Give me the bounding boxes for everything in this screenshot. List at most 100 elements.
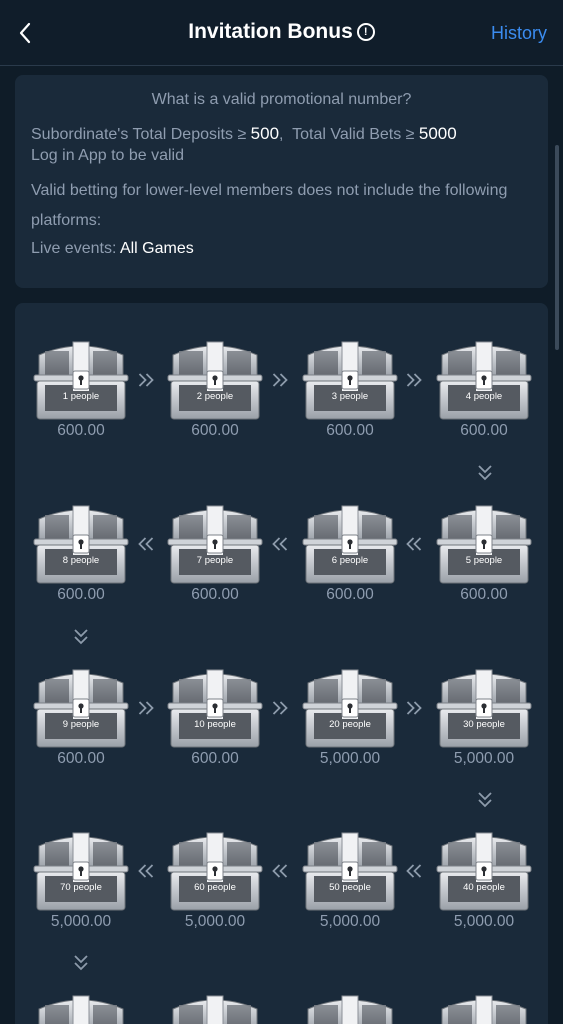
bet-value: 5000 — [418, 124, 457, 143]
chest-people-label: 70 people — [60, 882, 102, 893]
treasure-chest-icon — [302, 341, 398, 420]
treasure-chest[interactable]: 10 people — [167, 669, 263, 749]
double-chevron-left-icon — [270, 536, 290, 552]
treasure-chest-icon — [172, 995, 258, 1024]
double-chevron-down-icon — [71, 627, 91, 647]
treasure-chest-icon — [436, 669, 532, 748]
chest-people-label: 10 people — [194, 719, 236, 730]
info-question: What is a valid promotional number? — [151, 91, 412, 108]
double-chevron-right-icon — [270, 372, 290, 388]
chest-people-label: 6 people — [331, 555, 369, 566]
treasure-chest-icon — [436, 341, 532, 420]
treasure-chest[interactable]: 40 people — [436, 832, 532, 912]
treasure-chest[interactable]: 20 people — [302, 669, 398, 749]
chest-amount: 600.00 — [57, 750, 105, 767]
chest-people-label: 50 people — [329, 882, 371, 893]
double-chevron-left-icon — [136, 863, 156, 879]
double-chevron-right-icon — [404, 700, 424, 716]
live-events-line: Live events: All Games — [31, 236, 532, 262]
info-icon[interactable]: ! — [356, 23, 375, 41]
chest-people-label: 8 people — [62, 555, 100, 566]
chest-amount: 600.00 — [191, 586, 239, 603]
treasure-chest[interactable]: 4 people — [436, 341, 532, 421]
treasure-chest-icon — [167, 341, 263, 420]
treasure-chest[interactable] — [33, 995, 129, 1024]
chest-people-label: 40 people — [463, 882, 505, 893]
treasure-chest[interactable]: 3 people — [302, 341, 398, 421]
treasure-chest[interactable] — [302, 995, 398, 1024]
double-chevron-down-icon — [71, 953, 91, 973]
live-events-value: All Games — [119, 240, 194, 257]
chest-amount: 5,000.00 — [184, 913, 246, 930]
requirement-separator: , — [279, 126, 284, 143]
chest-people-label: 4 people — [465, 391, 503, 402]
double-chevron-left-icon — [404, 863, 424, 879]
treasure-chest[interactable] — [167, 995, 263, 1024]
chest-people-label: 2 people — [196, 391, 234, 402]
treasure-chest[interactable]: 30 people — [436, 669, 532, 749]
page-title-text: Invitation Bonus — [188, 20, 353, 43]
treasure-chest-icon — [33, 832, 129, 911]
treasure-chest-icon — [33, 505, 129, 584]
treasure-chest[interactable]: 2 people — [167, 341, 263, 421]
treasure-chest-icon — [302, 832, 398, 911]
chest-amount: 5,000.00 — [50, 913, 112, 930]
valid-betting-text: Valid betting for lower-level members do… — [31, 182, 508, 229]
treasure-chest[interactable]: 7 people — [167, 505, 263, 585]
chest-amount: 600.00 — [326, 586, 374, 603]
double-chevron-right-icon — [136, 700, 156, 716]
treasure-chest-icon — [441, 995, 527, 1024]
treasure-chest-icon — [33, 341, 129, 420]
chest-people-label: 9 people — [62, 719, 100, 730]
double-chevron-left-icon — [404, 536, 424, 552]
chest-amount: 600.00 — [57, 586, 105, 603]
live-events-label: Live events: — [31, 240, 117, 257]
double-chevron-right-icon — [270, 700, 290, 716]
treasure-chest[interactable]: 50 people — [302, 832, 398, 912]
treasure-chest[interactable]: 8 people — [33, 505, 129, 585]
treasure-chest-icon — [302, 669, 398, 748]
bet-label: Total Valid Bets ≥ — [292, 126, 415, 143]
chest-people-label: 1 people — [62, 391, 100, 402]
treasure-chest[interactable] — [436, 995, 532, 1024]
chest-amount: 600.00 — [326, 422, 374, 439]
chest-amount: 600.00 — [57, 422, 105, 439]
treasure-chest-icon — [307, 995, 393, 1024]
treasure-chest[interactable]: 6 people — [302, 505, 398, 585]
treasure-chest-icon — [167, 505, 263, 584]
treasure-chest-icon — [436, 832, 532, 911]
chest-amount: 5,000.00 — [319, 750, 381, 767]
treasure-chest-icon — [302, 505, 398, 584]
treasure-chest-icon — [436, 505, 532, 584]
chest-amount: 600.00 — [191, 750, 239, 767]
deposit-value: 500 — [250, 124, 280, 143]
chest-amount: 5,000.00 — [319, 913, 381, 930]
history-link[interactable]: History — [491, 23, 547, 44]
scrollbar[interactable] — [555, 145, 559, 350]
chest-people-label: 20 people — [329, 719, 371, 730]
treasure-chest[interactable]: 70 people — [33, 832, 129, 912]
treasure-chest[interactable]: 9 people — [33, 669, 129, 749]
chest-amount: 5,000.00 — [453, 913, 515, 930]
chest-amount: 600.00 — [460, 422, 508, 439]
deposit-label: Subordinate's Total Deposits ≥ — [31, 126, 247, 143]
double-chevron-down-icon — [475, 790, 495, 810]
treasure-chest-icon — [167, 669, 263, 748]
double-chevron-down-icon — [475, 463, 495, 483]
login-requirement: Log in App to be valid — [31, 147, 185, 164]
double-chevron-left-icon — [136, 536, 156, 552]
treasure-chest-icon — [33, 669, 129, 748]
treasure-chest[interactable]: 60 people — [167, 832, 263, 912]
chest-amount: 5,000.00 — [453, 750, 515, 767]
chest-people-label: 7 people — [196, 555, 234, 566]
treasure-chest[interactable]: 1 people — [33, 341, 129, 421]
treasure-chest[interactable]: 5 people — [436, 505, 532, 585]
info-card: What is a valid promotional number? Subo… — [15, 75, 548, 288]
page-title: Invitation Bonus ! — [0, 20, 563, 44]
double-chevron-right-icon — [136, 372, 156, 388]
double-chevron-left-icon — [270, 863, 290, 879]
double-chevron-right-icon — [404, 372, 424, 388]
requirement-line: Subordinate's Total Deposits ≥ 500, Tota… — [31, 123, 532, 145]
chest-people-label: 60 people — [194, 882, 236, 893]
header: Invitation Bonus ! History — [0, 0, 563, 66]
